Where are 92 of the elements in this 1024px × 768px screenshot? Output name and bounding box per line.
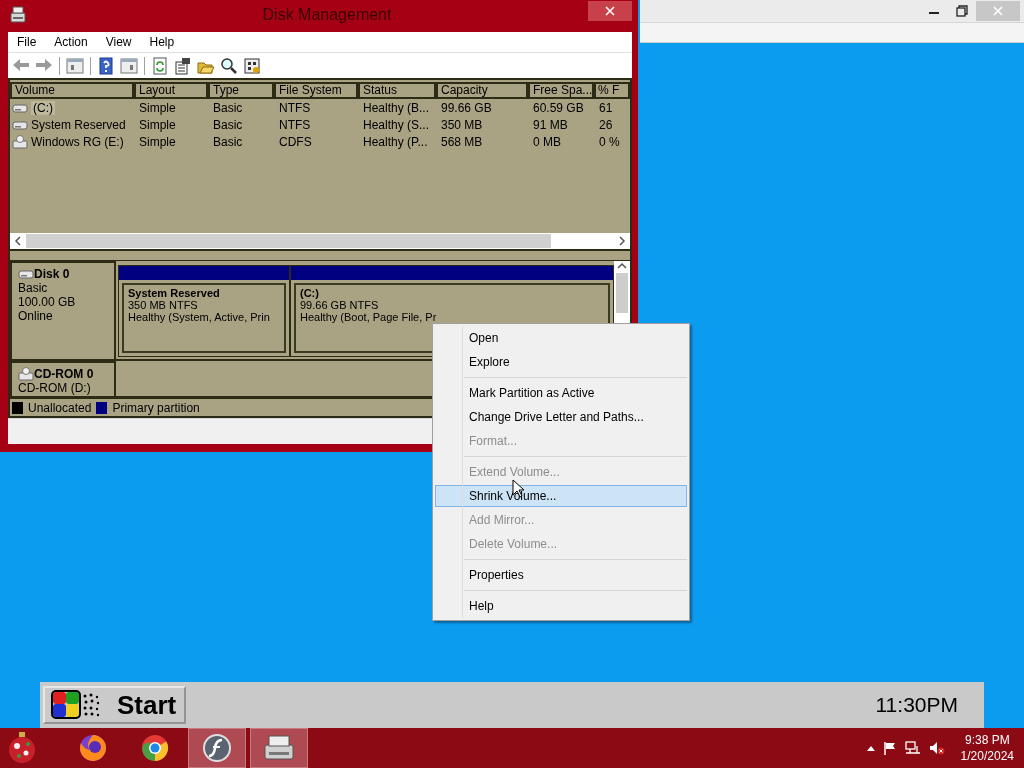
partition-status: Healthy (Boot, Page File, Pr: [300, 311, 438, 323]
close-button[interactable]: [588, 1, 632, 21]
column-header[interactable]: Status: [358, 82, 436, 99]
partition-size: 350 MB NTFS: [128, 299, 199, 311]
table-cell: NTFS: [279, 100, 311, 115]
muted-speaker-icon[interactable]: [928, 741, 945, 755]
column-header[interactable]: Capacity: [436, 82, 528, 99]
horizontal-scrollbar[interactable]: [10, 233, 630, 249]
drive-icon: [12, 101, 28, 114]
drive-icon: [12, 118, 28, 131]
partition-name: System Reserved: [128, 287, 221, 299]
menu-item[interactable]: Help: [435, 595, 687, 617]
table-cell[interactable]: (C:): [31, 100, 55, 115]
network-icon[interactable]: [904, 741, 921, 755]
script-f-icon[interactable]: [202, 733, 232, 763]
disk-name: CD-ROM 0: [34, 367, 94, 381]
cd-drive-icon: [18, 367, 34, 381]
table-cell: 91 MB: [533, 117, 568, 132]
menu-item[interactable]: Action: [45, 35, 97, 49]
column-header[interactable]: % F: [594, 82, 630, 99]
start-button[interactable]: Start: [43, 686, 186, 724]
table-cell: 60.59 GB: [533, 100, 584, 115]
menu-item[interactable]: File: [8, 35, 46, 49]
table-cell: 99.66 GB: [441, 100, 492, 115]
disk-info: Basic: [18, 281, 49, 295]
column-header[interactable]: Free Spa...: [528, 82, 594, 99]
column-header[interactable]: File System: [274, 82, 358, 99]
window-title: Disk Management: [261, 6, 393, 24]
help-icon[interactable]: [97, 56, 115, 75]
menu-item[interactable]: Mark Partition as Active: [435, 382, 687, 404]
table-cell: Simple: [139, 117, 176, 132]
menu-item[interactable]: View: [96, 35, 141, 49]
menu-item[interactable]: Properties: [435, 564, 687, 586]
table-cell: Simple: [139, 100, 176, 115]
table-cell: 350 MB: [441, 117, 483, 132]
table-cell: 61: [599, 100, 613, 115]
menu-item[interactable]: Shrink Volume...: [435, 485, 687, 507]
table-cell: 0 %: [599, 134, 620, 149]
clock-time: 11:30PM: [875, 693, 958, 717]
flag-icon[interactable]: [882, 741, 897, 755]
disk-info: Online: [18, 309, 54, 323]
table-cell: 26: [599, 117, 613, 132]
partition-status: Healthy (System, Active, Prin: [128, 311, 271, 323]
restore-icon[interactable]: [956, 5, 968, 17]
table-cell: Simple: [139, 134, 176, 149]
table-cell: CDFS: [279, 134, 312, 149]
menu-item[interactable]: Change Drive Letter and Paths...: [435, 406, 687, 428]
disk-info: CD-ROM (D:): [18, 381, 92, 395]
table-cell: Basic: [213, 134, 243, 149]
disk-name: Disk 0: [34, 267, 70, 281]
table-cell: Healthy (S...: [363, 117, 430, 132]
column-header[interactable]: Layout: [134, 82, 208, 99]
pane-splitter[interactable]: [10, 249, 630, 261]
disk-info: 100.00 GB: [18, 295, 77, 309]
drive-icon[interactable]: [263, 733, 295, 763]
properties-icon[interactable]: [174, 56, 192, 75]
up-caret-icon[interactable]: [866, 745, 875, 751]
settings-icon[interactable]: [243, 56, 261, 75]
legend-label: Unallocated: [28, 400, 92, 415]
menu-item[interactable]: Help: [140, 35, 184, 49]
disk-label-panel[interactable]: Disk 0 Basic 100.00 GB Online: [10, 261, 116, 359]
round-browser-icon[interactable]: [140, 733, 170, 763]
legend-label: Primary partition: [112, 400, 200, 415]
partition-size: 99.66 GB NTFS: [300, 299, 380, 311]
table-cell: Healthy (P...: [363, 134, 428, 149]
table-cell: NTFS: [279, 117, 311, 132]
close-icon: [993, 6, 1003, 16]
column-header[interactable]: Type: [208, 82, 274, 99]
table-cell: Basic: [213, 100, 243, 115]
refresh-icon[interactable]: [151, 56, 169, 75]
table-cell: 0 MB: [533, 134, 561, 149]
search-icon[interactable]: [220, 56, 238, 75]
cd-drive-icon: [12, 134, 28, 149]
drive-icon: [10, 6, 26, 24]
tray-date[interactable]: 1/20/2024: [960, 748, 1014, 764]
menu-item[interactable]: Explore: [435, 351, 687, 373]
drive-icon: [18, 268, 34, 280]
panel-icon[interactable]: [66, 56, 84, 75]
table-cell: 568 MB: [441, 134, 483, 149]
column-header[interactable]: Volume: [10, 82, 134, 99]
table-cell: Healthy (B...: [363, 100, 430, 115]
table-cell[interactable]: System Reserved: [31, 117, 126, 132]
fox-browser-icon[interactable]: [78, 733, 108, 763]
table-cell: Basic: [213, 117, 243, 132]
panel-icon[interactable]: [120, 56, 138, 75]
ornament-icon[interactable]: [6, 731, 38, 765]
partition-name: (C:): [300, 287, 320, 299]
partition-block[interactable]: System Reserved 350 MB NTFS Healthy (System, Active, Prin: [122, 283, 286, 353]
table-cell[interactable]: Windows RG (E:): [31, 134, 124, 149]
disk-label-panel[interactable]: CD-ROM 0 CD-ROM (D:): [10, 361, 116, 396]
tray-time[interactable]: 9:38 PM: [964, 732, 1010, 748]
close-icon: [605, 6, 615, 16]
